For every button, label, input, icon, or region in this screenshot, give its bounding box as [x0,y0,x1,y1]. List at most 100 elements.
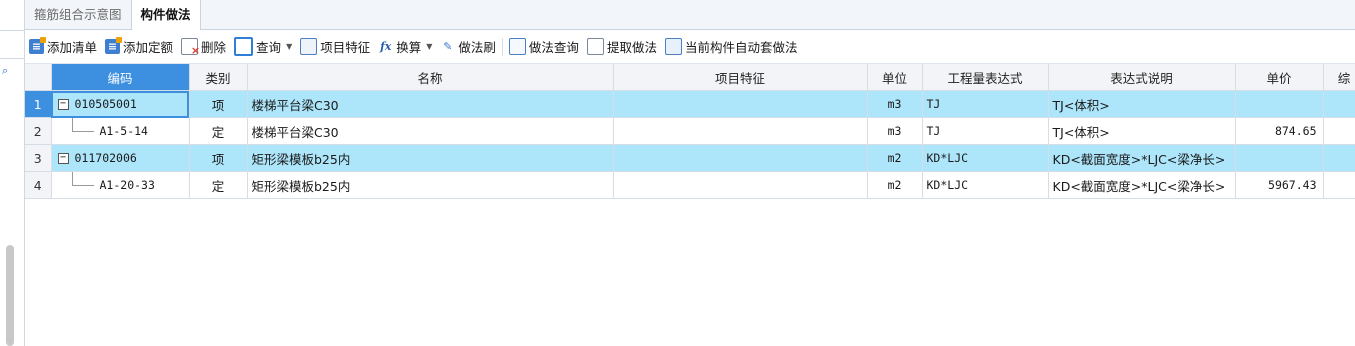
extract-method-label: 提取做法 [606,40,657,55]
cell-feature[interactable] [613,171,868,199]
column-header-unit[interactable]: 单位 [867,64,923,91]
cell-type[interactable]: 项 [189,144,248,172]
table-row[interactable]: 4 A1-20-33 定 矩形梁模板b25内 m2 KD*LJC KD<截面宽度… [25,171,1355,199]
chevron-down-icon[interactable]: ▼ [426,42,432,51]
column-header-code[interactable]: 编码 [51,64,190,91]
delete-button[interactable]: 删除 [177,34,230,60]
add-list-button[interactable]: ≡ 添加清单 [25,34,101,60]
cell-price[interactable]: 5967.43 [1235,171,1324,199]
cell-unit[interactable]: m3 [867,90,923,118]
cell-unit[interactable]: m3 [867,117,923,145]
cell-expr[interactable]: KD*LJC [922,171,1049,199]
add-list-label: 添加清单 [47,40,98,55]
cell-type[interactable]: 定 [189,117,248,145]
cell-code[interactable]: −011702006 [51,144,190,172]
column-header-name[interactable]: 名称 [247,64,614,91]
auto-method-icon [664,38,682,55]
add-list-icon: ≡ [29,37,46,54]
table-row[interactable]: 1 −010505001 项 楼梯平台梁C30 m3 TJ TJ<体积> [25,90,1355,118]
method-query-label: 做法查询 [528,40,579,55]
cell-name[interactable]: 楼梯平台梁C30 [247,117,614,145]
add-quota-icon: ≡ [105,37,123,54]
cell-code[interactable]: A1-5-14 [51,117,190,145]
method-table: 编码 类别 名称 项目特征 单位 工程量表达式 表达式说明 单价 综 1 −01… [25,64,1355,199]
cell-composite[interactable] [1323,90,1355,118]
add-quota-label: 添加定额 [123,40,174,55]
cell-feature[interactable] [613,90,868,118]
method-brush-label: 做法刷 [458,40,496,55]
cell-type[interactable]: 定 [189,171,248,199]
cell-expr[interactable]: TJ [922,90,1049,118]
collapse-icon[interactable]: − [57,153,69,164]
code-text: 011702006 [74,151,137,165]
method-brush-button[interactable]: ✎ 做法刷 [436,34,500,60]
tree-connector [71,117,94,133]
cell-name[interactable]: 矩形梁模板b25内 [247,144,614,172]
delete-label: 删除 [201,40,227,55]
table-row[interactable]: 3 −011702006 项 矩形梁模板b25内 m2 KD*LJC KD<截面… [25,144,1355,172]
cell-composite[interactable] [1323,171,1355,199]
query-label: 查询 [256,40,282,55]
add-quota-button[interactable]: ≡ 添加定额 [101,34,177,60]
item-feature-label: 项目特征 [320,40,371,55]
row-number[interactable]: 4 [25,171,52,199]
tab-component-method[interactable]: 构件做法 [131,0,201,30]
cell-expr[interactable]: KD*LJC [922,144,1049,172]
row-number[interactable]: 1 [25,90,52,118]
column-header-expr-desc[interactable]: 表达式说明 [1048,64,1236,91]
cell-code[interactable]: A1-20-33 [51,171,190,199]
cell-expr[interactable]: TJ [922,117,1049,145]
cell-code[interactable]: −010505001 [51,90,190,118]
search-icon[interactable]: ⌕ [2,65,14,77]
cell-feature[interactable] [613,144,868,172]
query-icon [234,37,254,56]
cell-name[interactable]: 楼梯平台梁C30 [247,90,614,118]
cell-unit[interactable]: m2 [867,171,923,199]
vertical-scrollbar[interactable] [6,245,14,346]
cell-expr-desc[interactable]: TJ<体积> [1048,90,1236,118]
row-number[interactable]: 3 [25,144,52,172]
left-panel-strip: ⌕ [0,0,25,346]
cell-name[interactable]: 矩形梁模板b25内 [247,171,614,199]
table-row[interactable]: 2 A1-5-14 定 楼梯平台梁C30 m3 TJ TJ<体积> 874.65 [25,117,1355,145]
toolbar-separator [501,37,503,56]
extract-method-button[interactable]: 提取做法 [583,34,661,60]
delete-icon [181,38,200,58]
toolbar: ≡ 添加清单 ≡ 添加定额 删除 查询 ▼ 项目特征 fx 换算 ▼ ✎ 做法刷… [25,30,1355,64]
collapse-icon[interactable]: − [57,99,69,110]
query-button[interactable]: 查询 ▼ [230,34,296,60]
code-text: 010505001 [74,97,137,111]
column-header-type[interactable]: 类别 [189,64,248,91]
column-header-price[interactable]: 单价 [1235,64,1324,91]
auto-method-label: 当前构件自动套做法 [684,40,798,55]
chevron-down-icon[interactable]: ▼ [286,42,292,51]
tab-bar: 箍筋组合示意图 构件做法 [25,0,1355,30]
tree-connector [71,171,94,187]
cell-expr-desc[interactable]: KD<截面宽度>*LJC<梁净长> [1048,171,1236,199]
code-text: A1-20-33 [99,178,155,192]
header-row: 编码 类别 名称 项目特征 单位 工程量表达式 表达式说明 单价 综 [25,64,1355,91]
cell-type[interactable]: 项 [189,90,248,118]
convert-button[interactable]: fx 换算 ▼ [374,34,436,60]
column-header-feature[interactable]: 项目特征 [613,64,868,91]
item-feature-button[interactable]: 项目特征 [296,34,374,60]
cell-price[interactable] [1235,144,1324,172]
cell-price[interactable] [1235,90,1324,118]
method-grid: 编码 类别 名称 项目特征 单位 工程量表达式 表达式说明 单价 综 1 −01… [25,64,1355,346]
cell-expr-desc[interactable]: TJ<体积> [1048,117,1236,145]
column-header-expr[interactable]: 工程量表达式 [922,64,1049,91]
cell-price[interactable]: 874.65 [1235,117,1324,145]
method-query-button[interactable]: 做法查询 [505,34,583,60]
row-number[interactable]: 2 [25,117,52,145]
tab-stirrup-diagram[interactable]: 箍筋组合示意图 [25,0,132,29]
cell-composite[interactable] [1323,117,1355,145]
cell-expr-desc[interactable]: KD<截面宽度>*LJC<梁净长> [1048,144,1236,172]
divider [0,30,24,31]
cell-unit[interactable]: m2 [867,144,923,172]
cell-composite[interactable] [1323,144,1355,172]
cell-feature[interactable] [613,117,868,145]
auto-method-button[interactable]: 当前构件自动套做法 [661,34,802,60]
row-number-header[interactable] [25,64,52,91]
divider [0,58,24,59]
column-header-composite[interactable]: 综 [1323,64,1355,91]
